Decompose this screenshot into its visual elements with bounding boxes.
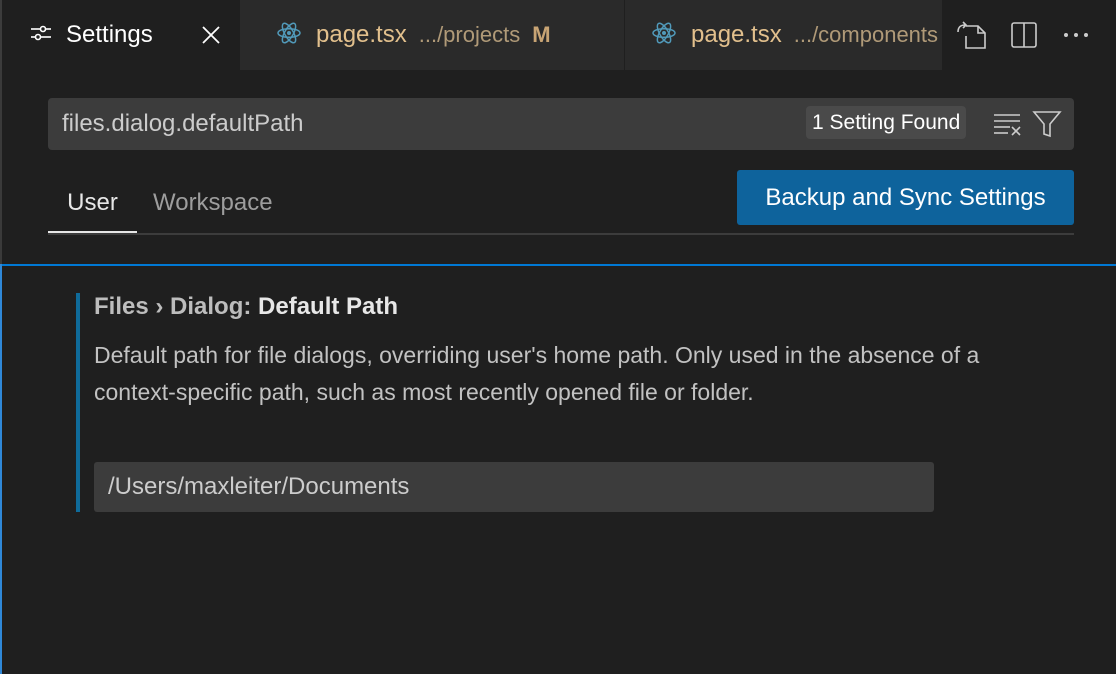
result-count-badge: 1 Setting Found bbox=[806, 106, 967, 139]
tab-page-tsx-projects[interactable]: page.tsx .../projects M bbox=[240, 0, 625, 70]
default-path-input[interactable] bbox=[94, 462, 934, 512]
tab-page-tsx-components[interactable]: page.tsx .../components bbox=[625, 0, 943, 70]
setting-title: Files › Dialog: Default Path bbox=[94, 293, 398, 321]
more-actions-icon[interactable] bbox=[1059, 18, 1093, 52]
tab-settings[interactable]: Settings bbox=[0, 0, 240, 70]
setting-category: Files › Dialog: bbox=[94, 293, 259, 320]
react-icon bbox=[651, 20, 677, 51]
settings-sliders-icon bbox=[30, 24, 52, 47]
setting-description: Default path for file dialogs, overridin… bbox=[94, 342, 980, 405]
tab-label: Settings bbox=[66, 21, 153, 48]
filter-icon[interactable] bbox=[1032, 108, 1062, 140]
settings-search-input[interactable] bbox=[62, 98, 782, 150]
tab-user[interactable]: User bbox=[48, 182, 137, 234]
close-icon[interactable] bbox=[198, 22, 224, 48]
tab-file-path: .../projects bbox=[418, 22, 521, 47]
scope-tabs-divider bbox=[48, 233, 1074, 235]
split-editor-icon[interactable] bbox=[1007, 18, 1041, 52]
settings-search: 1 Setting Found bbox=[48, 98, 1074, 150]
tab-file-path: .../components bbox=[793, 22, 939, 47]
modified-badge: M bbox=[532, 22, 551, 47]
react-icon bbox=[276, 20, 302, 51]
setting-name: Default Path bbox=[258, 293, 399, 320]
tab-file-name: page.tsx bbox=[691, 21, 782, 48]
editor-tab-bar: Settings page.tsx .../projects M page.ts… bbox=[0, 0, 1116, 264]
tab-file-name: page.tsx bbox=[316, 21, 407, 48]
editor-actions bbox=[943, 0, 1116, 70]
clear-filter-icon[interactable] bbox=[992, 110, 1024, 138]
setting-item: Files › Dialog: Default Path Default pat… bbox=[76, 293, 1036, 512]
focus-indicator bbox=[0, 264, 2, 674]
header-divider bbox=[0, 264, 1116, 266]
backup-sync-button[interactable]: Backup and Sync Settings bbox=[737, 170, 1074, 225]
tab-workspace[interactable]: Workspace bbox=[153, 182, 273, 234]
left-edge bbox=[0, 70, 2, 264]
modified-indicator bbox=[76, 293, 80, 512]
open-settings-json-icon[interactable] bbox=[955, 18, 989, 52]
